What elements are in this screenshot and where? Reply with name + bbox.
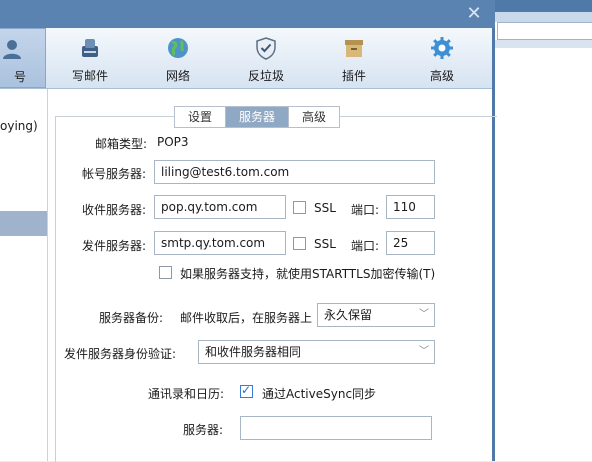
outgoing-ssl-checkbox[interactable]: [293, 237, 306, 250]
incoming-port-label: 端口:: [351, 203, 380, 217]
backup-select-value: 永久保留: [324, 308, 373, 322]
backup-description: 邮件收取后，在服务器上: [180, 311, 313, 325]
background-band: [495, 12, 592, 22]
compose-icon: [82, 39, 98, 57]
auth-select-value: 和收件服务器相同: [205, 345, 302, 359]
account-list-item[interactable]: oying): [0, 119, 38, 133]
incoming-server-field[interactable]: pop.qy.tom.com: [154, 195, 286, 219]
outgoing-port-label: 端口:: [351, 239, 380, 253]
account-list: oying): [0, 89, 48, 461]
incoming-server-label: 收件服务器:: [82, 203, 147, 217]
backup-label: 服务器备份:: [99, 311, 164, 325]
outgoing-server-label: 发件服务器:: [82, 239, 147, 253]
mailbox-type-label: 邮箱类型:: [95, 137, 148, 151]
starttls-checkbox[interactable]: [159, 266, 172, 279]
toolbar-compose-label: 写邮件: [71, 69, 108, 83]
activesync-server-field[interactable]: [240, 416, 432, 440]
toolbar: 号 写邮件 网络 反垃圾 插件 高级: [0, 28, 492, 89]
contacts-calendar-label: 通讯录和日历:: [148, 387, 225, 401]
mailbox-type-value: POP3: [157, 135, 189, 149]
title-bar: ✕: [0, 0, 495, 28]
plugin-icon: [345, 40, 363, 57]
toolbar-plugin-label: 插件: [341, 69, 366, 83]
globe-icon: [168, 38, 188, 58]
toolbar-plugin-button[interactable]: 插件: [319, 28, 389, 88]
tab-server[interactable]: 服务器: [226, 107, 290, 127]
auth-label: 发件服务器身份验证:: [64, 347, 177, 361]
backup-select[interactable]: 永久保留 ﹀: [317, 303, 435, 327]
account-server-label: 帐号服务器:: [82, 167, 147, 181]
account-icon: [3, 40, 21, 59]
account-list-selected-item[interactable]: [0, 211, 47, 236]
shield-icon: [256, 37, 276, 60]
starttls-label: 如果服务器支持，就使用STARTTLS加密传输(T): [180, 267, 436, 281]
activesync-checkbox[interactable]: [240, 383, 253, 398]
activesync-server-label: 服务器:: [183, 423, 224, 437]
toolbar-advanced-label: 高级: [429, 69, 454, 83]
toolbar-account-label: 号: [13, 70, 26, 84]
toolbar-network-label: 网络: [165, 69, 190, 83]
outgoing-ssl-label: SSL: [314, 237, 336, 251]
incoming-port-field[interactable]: 110: [386, 195, 435, 219]
close-icon[interactable]: ✕: [463, 3, 485, 25]
content-area: oying) 设置 服务器 高级 邮箱类型: POP3 帐号服务器: lilin…: [0, 89, 497, 462]
toolbar-advanced-button[interactable]: 高级: [407, 28, 477, 88]
settings-tabs: 设置 服务器 高级: [174, 106, 341, 128]
chevron-down-icon: ﹀: [419, 346, 429, 357]
gear-icon: [431, 37, 453, 59]
outgoing-port-field[interactable]: 25: [386, 231, 435, 255]
toolbar-antispam-label: 反垃圾: [247, 69, 284, 83]
toolbar-account-button[interactable]: 号: [0, 28, 46, 88]
chevron-down-icon: ﹀: [419, 309, 429, 320]
account-server-field[interactable]: liling@test6.tom.com: [154, 160, 435, 184]
tab-settings[interactable]: 设置: [175, 107, 227, 127]
toolbar-network-button[interactable]: 网络: [143, 28, 213, 88]
background-bar: [495, 40, 592, 48]
outgoing-server-field[interactable]: smtp.qy.tom.com: [154, 231, 286, 255]
incoming-ssl-checkbox[interactable]: [293, 201, 306, 214]
background-title-bar: [495, 0, 592, 12]
background-window: [495, 0, 592, 461]
activesync-label: 通过ActiveSync同步: [262, 387, 377, 401]
incoming-ssl-label: SSL: [314, 201, 336, 215]
toolbar-antispam-button[interactable]: 反垃圾: [231, 28, 301, 88]
auth-select[interactable]: 和收件服务器相同 ﹀: [198, 340, 435, 364]
account-settings-dialog: ✕ 号 写邮件 网络 反垃圾 插件 高级 oying) 设置 服务器 高级 邮箱…: [0, 0, 497, 462]
background-input[interactable]: [497, 22, 592, 40]
toolbar-compose-button[interactable]: 写邮件: [55, 28, 125, 88]
tab-advanced[interactable]: 高级: [289, 107, 339, 127]
